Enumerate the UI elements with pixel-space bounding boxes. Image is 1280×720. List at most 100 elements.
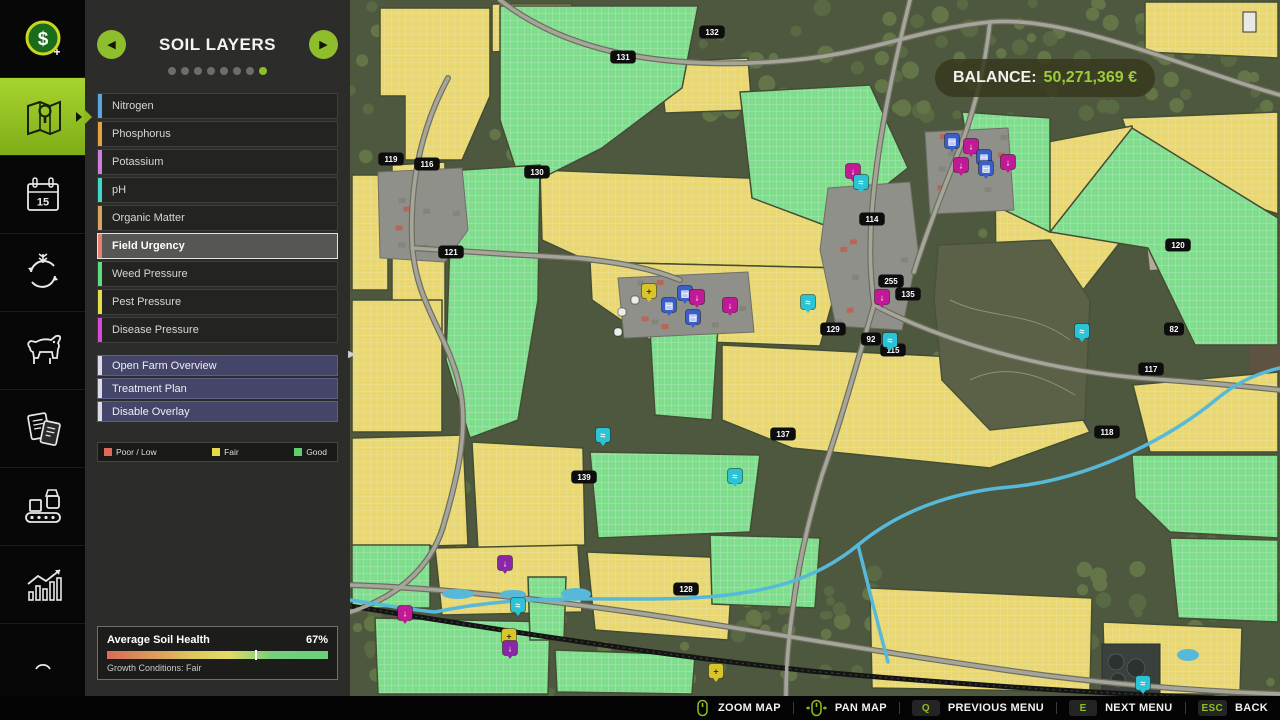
badge-text: 129 (826, 325, 840, 334)
layer-item-field-urgency[interactable]: Field Urgency (97, 233, 338, 259)
field-good[interactable] (1170, 538, 1278, 622)
sidebar-item-help[interactable] (0, 624, 85, 682)
page-dot[interactable] (181, 67, 189, 75)
hint-label: PAN MAP (835, 702, 887, 714)
marker-bg (618, 308, 626, 316)
keycap-esc: ESC (1198, 700, 1227, 716)
badge-text: 82 (1170, 325, 1179, 334)
badge-text: 130 (530, 168, 544, 177)
forest-tree (882, 12, 896, 26)
legend-label: Good (306, 447, 327, 457)
marker-glyph: ↓ (403, 609, 408, 619)
layer-label: Field Urgency (112, 240, 185, 252)
field-good[interactable] (528, 577, 566, 640)
layer-label: Phosphorus (112, 128, 171, 140)
layer-item-ph[interactable]: pH (97, 177, 338, 203)
map-marker-white[interactable] (614, 328, 622, 336)
marker-glyph: ▤ (689, 313, 698, 323)
map-marker-white[interactable] (618, 308, 626, 316)
page-dot[interactable] (194, 67, 202, 75)
field-number-badge: 119 (378, 153, 404, 166)
legend-entry: Good (294, 447, 327, 457)
disable-overlay-button[interactable]: Disable Overlay (97, 401, 338, 422)
sidebar-item-statistics[interactable] (0, 546, 85, 624)
forest-tree (761, 611, 770, 620)
next-page-button[interactable]: ▶ (309, 30, 338, 59)
field-fair[interactable] (472, 442, 585, 550)
soil-health-marker (255, 650, 257, 660)
treatment-plan-button[interactable]: Treatment Plan (97, 378, 338, 399)
field-good[interactable] (352, 545, 430, 608)
map-marker-white[interactable] (631, 296, 639, 304)
layer-item-disease-pressure[interactable]: Disease Pressure (97, 317, 338, 343)
soil-health-value: 67% (306, 634, 328, 646)
layer-list: Nitrogen Phosphorus PotassiumpHOrganic Mat… (85, 93, 350, 343)
field-number-badge: 131 (610, 51, 636, 64)
page-dot[interactable] (259, 67, 267, 75)
keycap-e: E (1069, 700, 1097, 716)
button-accent-bar (98, 379, 102, 398)
sidebar-item-production[interactable] (0, 468, 85, 546)
button-accent-bar (98, 356, 102, 375)
layer-item-organic-matter[interactable]: Organic Matter (97, 205, 338, 231)
sidebar-item-finances[interactable]: $ + (0, 0, 85, 78)
badge-text: 92 (867, 335, 876, 344)
page-dot[interactable] (168, 67, 176, 75)
legend-entry: Fair (212, 447, 239, 457)
marker-bg (614, 328, 622, 336)
village-building (939, 166, 946, 171)
field-fair[interactable] (352, 300, 442, 432)
contracts-icon (20, 406, 66, 452)
layer-item-pest-pressure[interactable]: Pest Pressure (97, 289, 338, 315)
layer-color-bar (98, 122, 102, 146)
sidebar-item-crop-rotation[interactable] (0, 234, 85, 312)
sidebar-item-animals[interactable] (0, 312, 85, 390)
forest-tree (1077, 584, 1088, 595)
legend-bar: Poor / LowFairGood (97, 442, 338, 462)
sidebar-item-calendar[interactable]: 15 (0, 156, 85, 234)
field-good[interactable] (590, 452, 760, 538)
marker-glyph: ▤ (982, 164, 991, 174)
overview-map[interactable]: 1321311191161301211142551351299211512082… (350, 0, 1280, 696)
production-icon (20, 484, 66, 530)
layer-item-potassium[interactable]: Potassium (97, 149, 338, 175)
page-dot[interactable] (246, 67, 254, 75)
layer-color-bar (98, 318, 102, 342)
active-tab-arrow-icon (76, 112, 82, 122)
button-accent-bar (98, 402, 102, 421)
field-number-badge: 117 (1138, 363, 1164, 376)
forest-tree (866, 566, 882, 582)
badge-text: 118 (1101, 428, 1114, 437)
map-area[interactable]: 1321311191161301211142551351299211512082… (350, 0, 1280, 696)
page-indicator-dots (85, 67, 350, 75)
field-number-badge: 82 (1164, 323, 1184, 336)
previous-page-button[interactable]: ◀ (97, 30, 126, 59)
field-fair[interactable] (1145, 2, 1278, 58)
field-good[interactable] (375, 618, 550, 694)
panel-expand-arrow-icon[interactable]: ▶ (348, 349, 356, 360)
field-number-badge: 137 (770, 428, 796, 441)
layer-item-phosphorus[interactable]: Phosphorus (97, 121, 338, 147)
soil-health-box: Average Soil Health 67% Growth Condition… (97, 626, 338, 680)
layer-item-nitrogen[interactable]: Nitrogen (97, 93, 338, 119)
forest-tree (680, 642, 689, 651)
layer-label: Disease Pressure (112, 324, 199, 336)
open-farm-overview-button[interactable]: Open Farm Overview (97, 355, 338, 376)
sidebar-item-contracts[interactable] (0, 390, 85, 468)
legend-swatch (294, 448, 302, 456)
sidebar-item-map[interactable] (0, 78, 85, 156)
hint-label: ZOOM MAP (718, 702, 781, 714)
page-dot[interactable] (220, 67, 228, 75)
marker-glyph: ↓ (503, 559, 508, 569)
statistics-icon (20, 562, 66, 608)
page-dot[interactable] (233, 67, 241, 75)
forest-tree (996, 48, 1006, 58)
field-good[interactable] (650, 327, 718, 420)
layer-item-weed-pressure[interactable]: Weed Pressure (97, 261, 338, 287)
page-dot[interactable] (207, 67, 215, 75)
layer-color-bar (98, 150, 102, 174)
hint-label: NEXT MENU (1105, 702, 1172, 714)
growth-conditions-note: Growth Conditions: Fair (107, 663, 328, 673)
village-building (651, 320, 658, 325)
forest-tree (833, 602, 847, 616)
